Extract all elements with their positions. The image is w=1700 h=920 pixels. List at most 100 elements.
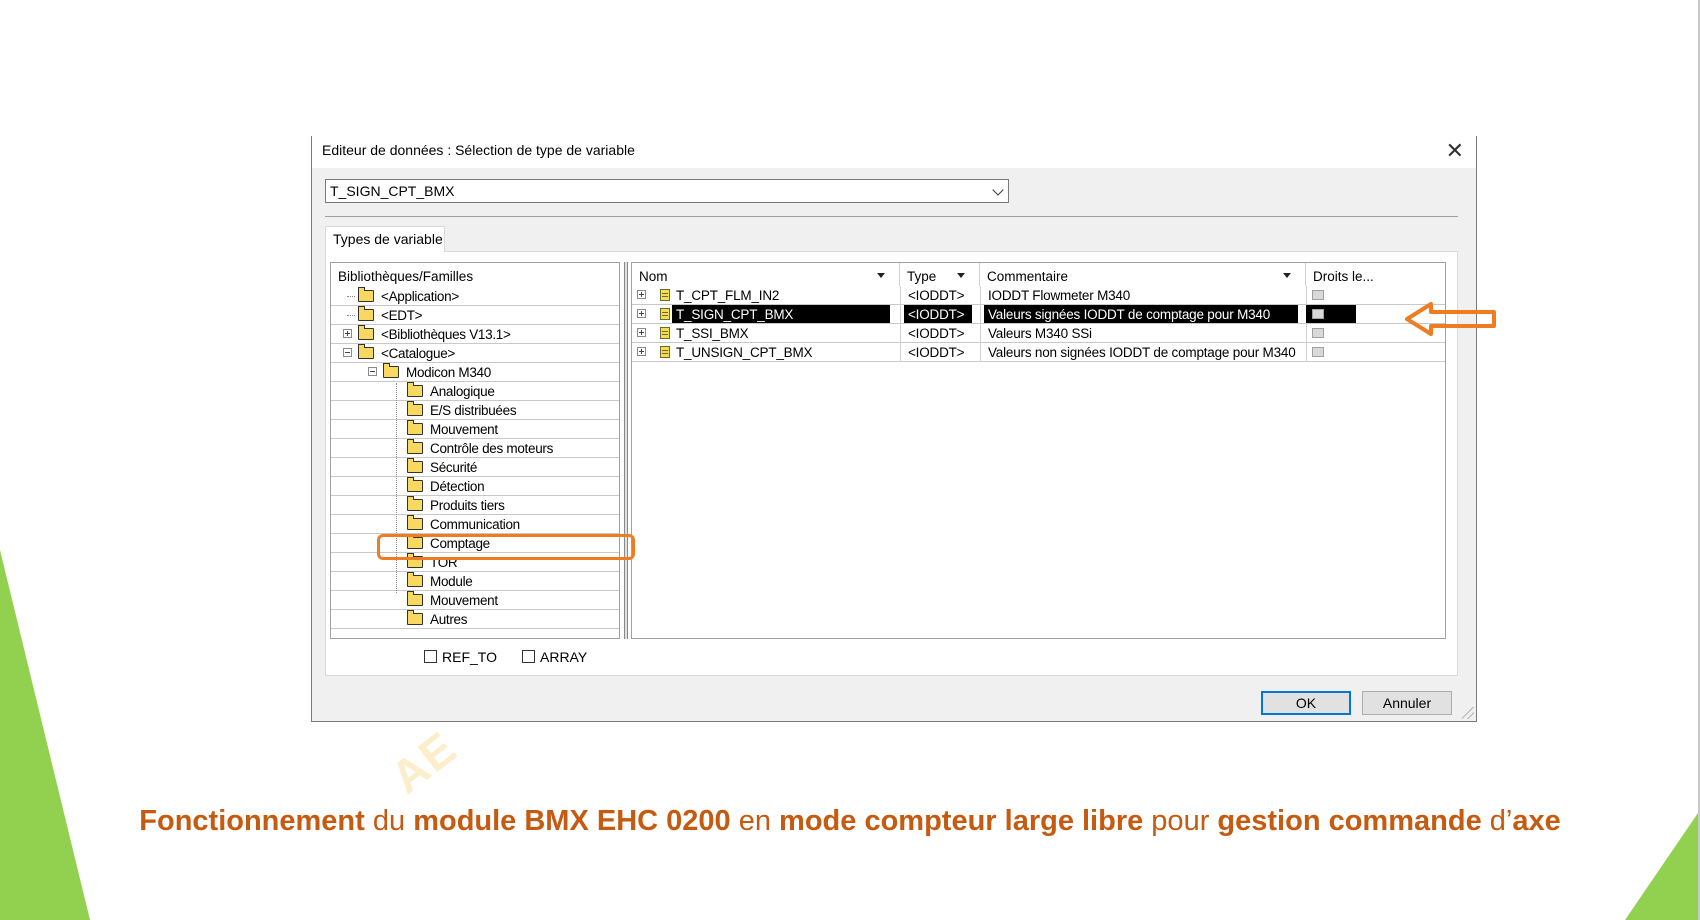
close-icon[interactable]: ✕ bbox=[1446, 138, 1464, 164]
tree-connector bbox=[347, 315, 355, 316]
checkbox-box[interactable] bbox=[522, 650, 535, 663]
tree-item-label: Mouvement bbox=[430, 593, 498, 608]
tree-item[interactable]: Communication bbox=[331, 515, 619, 534]
tab-variable-types[interactable]: Types de variable bbox=[325, 226, 445, 252]
column-header-rights[interactable]: Droits le... bbox=[1306, 263, 1445, 286]
caption-segment: Fonctionnement bbox=[139, 805, 365, 837]
sort-arrow-icon[interactable] bbox=[957, 273, 965, 278]
cell-name: T_CPT_FLM_IN2 bbox=[676, 288, 780, 303]
ddt-type-icon bbox=[660, 289, 670, 301]
tree-header: Bibliothèques/Familles bbox=[338, 269, 474, 284]
table-row[interactable]: T_SSI_BMX <IODDT> Valeurs M340 SSi bbox=[632, 324, 1445, 343]
sort-arrow-icon[interactable] bbox=[877, 273, 885, 278]
type-combobox[interactable]: T_SIGN_CPT_BMX bbox=[325, 179, 1009, 203]
folder-icon bbox=[407, 515, 423, 530]
checkbox-label: ARRAY bbox=[540, 649, 588, 665]
cell-name: T_UNSIGN_CPT_BMX bbox=[676, 345, 813, 360]
column-header-label: Nom bbox=[639, 269, 668, 284]
tree-item-label: Sécurité bbox=[430, 460, 478, 475]
tree-item[interactable]: Produits tiers bbox=[331, 496, 619, 515]
table-row[interactable]: T_SIGN_CPT_BMX <IODDT> Valeurs signées IOD… bbox=[632, 305, 1445, 324]
rights-checkbox[interactable] bbox=[1312, 309, 1324, 319]
tree-item[interactable]: <Catalogue> bbox=[331, 344, 619, 363]
cell-rights bbox=[1306, 343, 1445, 361]
ok-button[interactable]: OK bbox=[1261, 691, 1351, 715]
tree-item[interactable]: Autres bbox=[331, 610, 619, 629]
rights-checkbox[interactable] bbox=[1312, 290, 1324, 300]
splitter[interactable] bbox=[624, 262, 628, 639]
checkbox-box[interactable] bbox=[424, 650, 437, 663]
tree-item-label: <Bibliothèques V13.1> bbox=[381, 327, 511, 342]
caption-segment: mode compteur large libre bbox=[779, 805, 1144, 837]
folder-icon bbox=[407, 401, 423, 416]
tree-item[interactable]: Mouvement bbox=[331, 420, 619, 439]
expand-plus-icon[interactable] bbox=[637, 347, 646, 356]
cell-separator bbox=[980, 305, 981, 324]
folder-icon bbox=[358, 287, 374, 302]
checkbox-label: REF_TO bbox=[442, 649, 497, 665]
tree-item-label: Module bbox=[430, 574, 473, 589]
cell-name: T_SSI_BMX bbox=[676, 326, 749, 341]
tree-item-label: Communication bbox=[430, 517, 520, 532]
folder-icon bbox=[407, 610, 423, 625]
expand-plus-icon[interactable] bbox=[637, 309, 646, 318]
cell-separator bbox=[980, 343, 981, 362]
tree-item[interactable]: Détection bbox=[331, 477, 619, 496]
cell-comment: IODDT Flowmeter M340 bbox=[988, 288, 1131, 303]
cell-comment: Valeurs signées IODDT de comptage pour M… bbox=[984, 305, 1298, 323]
sort-arrow-icon[interactable] bbox=[1283, 273, 1291, 278]
tree-item[interactable]: Module bbox=[331, 572, 619, 591]
tree-item-label: Contrôle des moteurs bbox=[430, 441, 554, 456]
caption-segment: module BMX EHC 0200 bbox=[413, 805, 731, 837]
tree-item[interactable]: <Bibliothèques V13.1> bbox=[331, 325, 619, 344]
tree-item[interactable]: Contrôle des moteurs bbox=[331, 439, 619, 458]
tree-item[interactable]: <EDT> bbox=[331, 306, 619, 325]
cell-type: <IODDT> bbox=[908, 326, 965, 341]
rights-checkbox[interactable] bbox=[1312, 347, 1324, 357]
cell-separator bbox=[900, 343, 901, 362]
collapse-minus-icon[interactable] bbox=[343, 348, 352, 357]
expand-plus-icon[interactable] bbox=[637, 290, 646, 299]
column-header-comment[interactable]: Commentaire bbox=[980, 263, 1306, 286]
column-header-type[interactable]: Type bbox=[900, 263, 980, 286]
folder-icon bbox=[407, 477, 423, 492]
tree-item-label: Analogique bbox=[430, 384, 495, 399]
folder-icon bbox=[407, 496, 423, 511]
table-row[interactable]: T_CPT_FLM_IN2 <IODDT> IODDT Flowmeter M340 bbox=[632, 286, 1445, 305]
tree-item-label: Produits tiers bbox=[430, 498, 505, 513]
tree-item-label: <EDT> bbox=[381, 308, 423, 323]
tree-item[interactable]: Mouvement bbox=[331, 591, 619, 610]
tree-item-label: <Application> bbox=[381, 289, 459, 304]
dialog-body: T_SIGN_CPT_BMX Types de variable Bibliot… bbox=[312, 168, 1476, 721]
cell-separator bbox=[900, 305, 901, 324]
tree-item[interactable]: Modicon M340 bbox=[331, 363, 619, 382]
folder-icon bbox=[407, 591, 423, 606]
comptage-highlight-box bbox=[377, 534, 635, 560]
expand-plus-icon[interactable] bbox=[637, 328, 646, 337]
table-row[interactable]: T_UNSIGN_CPT_BMX <IODDT> Valeurs non signé… bbox=[632, 343, 1445, 362]
tree-item[interactable]: Analogique bbox=[331, 382, 619, 401]
caption-segment: gestion commande bbox=[1217, 805, 1482, 837]
resize-grip-icon[interactable] bbox=[1462, 707, 1474, 719]
tree-item[interactable]: Sécurité bbox=[331, 458, 619, 477]
ddt-type-icon bbox=[660, 308, 670, 320]
tree-item[interactable]: E/S distribuées bbox=[331, 401, 619, 420]
tree-connector bbox=[396, 383, 397, 593]
cell-comment: Valeurs M340 SSi bbox=[988, 326, 1092, 341]
chevron-down-icon[interactable] bbox=[992, 184, 1004, 196]
rights-checkbox[interactable] bbox=[1312, 328, 1324, 338]
folder-icon bbox=[358, 325, 374, 340]
caption-segment: en bbox=[730, 805, 780, 837]
tree-item-label: Mouvement bbox=[430, 422, 498, 437]
folder-icon bbox=[407, 458, 423, 473]
cell-separator bbox=[980, 286, 981, 305]
column-header-name[interactable]: Nom bbox=[632, 263, 900, 286]
left-arrow-annotation-icon bbox=[1405, 302, 1496, 336]
expand-plus-icon[interactable] bbox=[343, 329, 352, 338]
tree-item[interactable]: <Application> bbox=[331, 287, 619, 306]
combo-value: T_SIGN_CPT_BMX bbox=[330, 183, 455, 199]
collapse-minus-icon[interactable] bbox=[368, 367, 377, 376]
folder-icon bbox=[407, 382, 423, 397]
variable-type-dialog: Editeur de données : Sélection de type d… bbox=[311, 136, 1477, 722]
cancel-button[interactable]: Annuler bbox=[1362, 691, 1452, 715]
